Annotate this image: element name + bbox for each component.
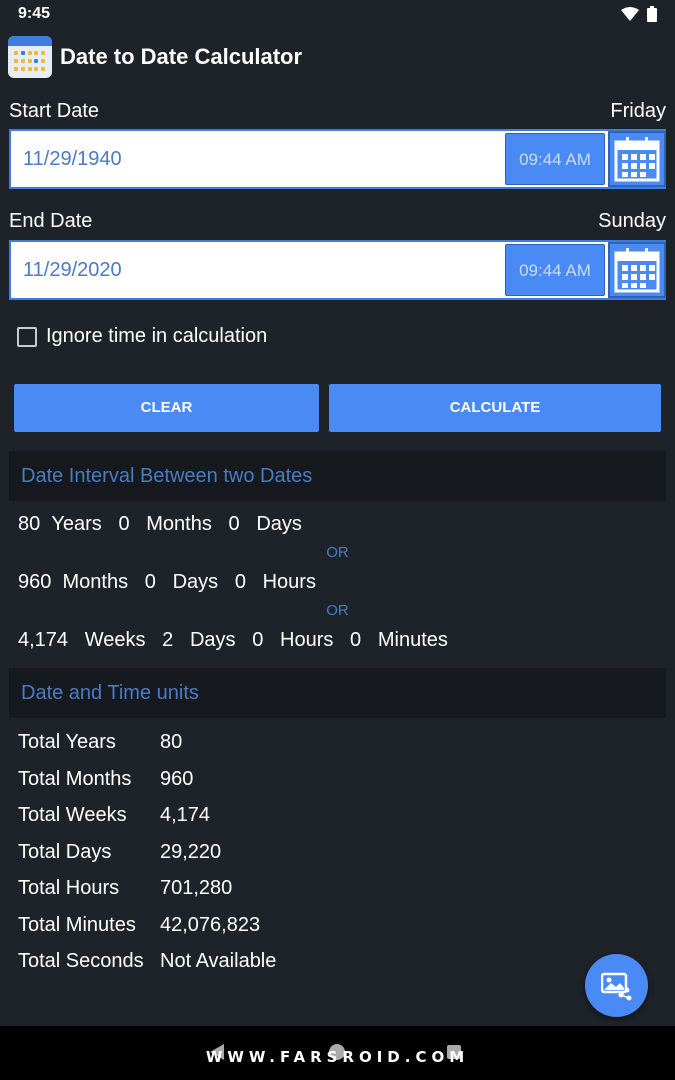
share-image-button[interactable] (585, 954, 648, 1017)
interval-section-header: Date Interval Between two Dates (9, 451, 666, 501)
units-value: 701,280 (160, 877, 233, 899)
end-weekday: Sunday (598, 210, 666, 232)
clear-button[interactable]: CLEAR (14, 384, 319, 432)
interval-days-unit: Days (256, 513, 302, 535)
calendar-app-icon (8, 36, 52, 78)
interval-minutes-unit: Minutes (377, 629, 448, 651)
calculate-button[interactable]: CALCULATE (329, 384, 661, 432)
ignore-time-row[interactable]: Ignore time in calculation (17, 325, 267, 348)
interval-minutes-value: 0 (350, 629, 362, 651)
units-label: Total Hours (18, 877, 120, 899)
units-label: Total Months (18, 768, 132, 790)
units-value: 80 (160, 731, 183, 753)
share-image-icon (601, 972, 632, 1001)
interval-years-unit: Years (51, 513, 102, 535)
interval-weeks-value: 4,174 (18, 629, 69, 651)
status-time: 9:45 (18, 5, 51, 22)
units-value: 4,174 (160, 804, 211, 826)
status-bar: 9:45 (0, 0, 675, 28)
end-date-field[interactable]: 11/29/2020 09:44 AM (9, 240, 666, 300)
wifi-icon (621, 7, 639, 21)
units-label: Total Minutes (18, 914, 136, 936)
interval-days-value: 0 (144, 571, 156, 593)
interval-months-value: 960 (18, 571, 52, 593)
end-time-button[interactable]: 09:44 AM (505, 244, 605, 296)
interval-days-unit: Days (189, 629, 236, 651)
units-label: Total Years (18, 731, 116, 753)
app-title: Date to Date Calculator (60, 44, 303, 69)
app-bar: Date to Date Calculator (0, 34, 675, 80)
start-date-field[interactable]: 11/29/1940 09:44 AM (9, 129, 666, 189)
watermark-text: WWW.FARSROID.COM (205, 1048, 470, 1066)
interval-line-mdh: 960 Months 0 Days 0 Hours (18, 571, 316, 594)
ignore-time-checkbox[interactable] (17, 326, 37, 347)
interval-months-value: 0 (118, 513, 130, 535)
units-value: 960 (160, 768, 194, 790)
interval-hours-unit: Hours (262, 571, 316, 593)
or-separator: OR (326, 602, 349, 619)
ignore-time-label[interactable]: Ignore time in calculation (46, 325, 267, 348)
units-value: Not Available (160, 950, 277, 972)
or-separator: OR (326, 544, 349, 561)
units-label: Total Weeks (18, 804, 127, 826)
start-calendar-button[interactable] (608, 131, 666, 187)
interval-hours-unit: Hours (280, 629, 334, 651)
calendar-icon (614, 248, 660, 293)
start-date-value[interactable]: 11/29/1940 (23, 131, 122, 187)
interval-weeks-unit: Weeks (84, 629, 146, 651)
interval-line-wdhm: 4,174 Weeks 2 Days 0 Hours 0 Minutes (18, 629, 448, 652)
system-nav-bar: WWW.FARSROID.COM (0, 1026, 675, 1080)
end-date-value[interactable]: 11/29/2020 (23, 242, 122, 298)
start-date-label-row: Start Date Friday (9, 100, 666, 123)
end-date-label: End Date (9, 210, 93, 232)
units-value: 42,076,823 (160, 914, 261, 936)
interval-hours-value: 0 (252, 629, 264, 651)
units-label: Total Seconds (18, 950, 144, 972)
interval-days-value: 0 (228, 513, 240, 535)
interval-months-unit: Months (146, 513, 212, 535)
units-value: 29,220 (160, 841, 222, 863)
end-calendar-button[interactable] (608, 242, 666, 298)
interval-days-unit: Days (172, 571, 219, 593)
start-date-label: Start Date (9, 100, 100, 122)
units-label: Total Days (18, 841, 112, 863)
interval-days-value: 2 (162, 629, 174, 651)
units-section-header: Date and Time units (9, 668, 666, 718)
calendar-icon (614, 137, 660, 182)
status-icons (621, 6, 657, 22)
start-time-button[interactable]: 09:44 AM (505, 133, 605, 185)
interval-line-ymd: 80 Years 0 Months 0 Days (18, 513, 302, 536)
interval-months-unit: Months (62, 571, 129, 593)
battery-icon (647, 6, 657, 22)
interval-hours-value: 0 (234, 571, 246, 593)
interval-years-value: 80 (18, 513, 41, 535)
start-weekday: Friday (610, 100, 666, 122)
end-date-label-row: End Date Sunday (9, 210, 666, 233)
